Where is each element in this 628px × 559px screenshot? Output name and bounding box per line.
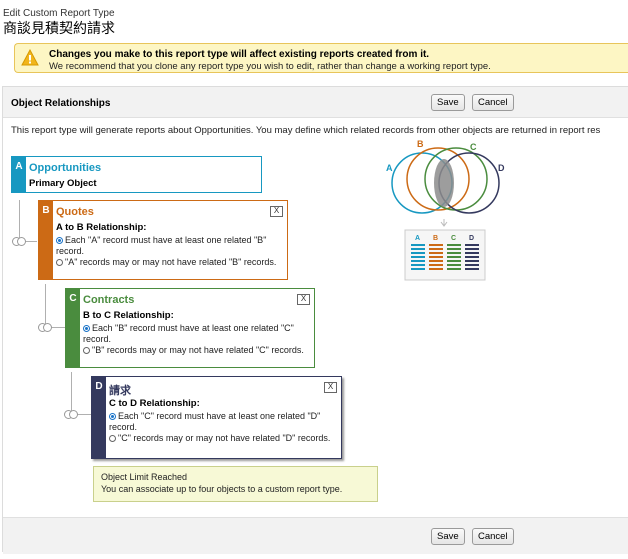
- option-label: Each "A" record must have at least one r…: [56, 235, 267, 256]
- object-c-box: C Contracts X B to C Relationship: Each …: [65, 288, 315, 368]
- object-a-letter: A: [12, 157, 26, 192]
- relationship-label-d: C to D Relationship:: [109, 398, 200, 409]
- panel-description: This report type will generate reports a…: [11, 125, 601, 136]
- object-a-box: A Opportunities Primary Object: [11, 156, 262, 193]
- option-label: Each "C" record must have at least one r…: [109, 411, 321, 432]
- save-button-top[interactable]: Save: [431, 94, 465, 111]
- connector-c-d: [71, 372, 72, 414]
- relationship-option-required-b[interactable]: Each "A" record must have at least one r…: [56, 235, 291, 257]
- venn-label-c: C: [470, 142, 477, 152]
- object-limit-notice: Object Limit Reached You can associate u…: [93, 466, 378, 502]
- object-d-name: 請求: [109, 385, 131, 397]
- radio-icon[interactable]: [56, 259, 63, 266]
- cancel-button-top[interactable]: Cancel: [472, 94, 514, 111]
- relationship-option-optional-d[interactable]: "C" records may or may not have related …: [109, 433, 344, 444]
- option-label: "B" records may or may not have related …: [92, 345, 304, 355]
- venn-intersection: [434, 159, 454, 207]
- report-col-b: B: [433, 235, 438, 242]
- warning-banner: Changes you make to this report type wil…: [14, 43, 628, 73]
- relationship-label-b: A to B Relationship:: [56, 222, 147, 233]
- object-b-name: Quotes: [56, 206, 94, 218]
- report-col-c: C: [451, 235, 456, 242]
- option-label: Each "B" record must have at least one r…: [83, 323, 294, 344]
- venn-diagram-illustration: A B C D A B C D: [386, 139, 505, 281]
- remove-object-c-button[interactable]: X: [297, 294, 310, 305]
- object-d-box: D 請求 X C to D Relationship: Each "C" rec…: [91, 376, 342, 459]
- relationship-option-required-c[interactable]: Each "B" record must have at least one r…: [83, 323, 318, 345]
- venn-label-b: B: [417, 139, 424, 149]
- object-c-letter: C: [66, 289, 80, 367]
- save-button-bottom[interactable]: Save: [431, 528, 465, 545]
- relationship-knob-b-2: [17, 237, 26, 246]
- relationship-label-c: B to C Relationship:: [83, 310, 174, 321]
- warning-headline: Changes you make to this report type wil…: [49, 49, 430, 60]
- relationship-knob-c-2: [43, 323, 52, 332]
- connector-b-c: [45, 284, 46, 327]
- report-col-d: D: [469, 235, 474, 242]
- relationship-knob-d-2: [69, 410, 78, 419]
- report-col-a: A: [415, 235, 420, 242]
- object-c-name: Contracts: [83, 294, 135, 306]
- warning-icon: [21, 49, 39, 66]
- radio-icon[interactable]: [56, 237, 63, 244]
- object-b-box: B Quotes X A to B Relationship: Each "A"…: [38, 200, 288, 280]
- down-arrow-icon: [440, 219, 448, 227]
- relationship-option-optional-c[interactable]: "B" records may or may not have related …: [83, 345, 318, 356]
- radio-icon[interactable]: [109, 413, 116, 420]
- relationship-option-optional-b[interactable]: "A" records may or may not have related …: [56, 257, 291, 268]
- connector-a-b: [19, 200, 20, 242]
- warning-detail: We recommend that you clone any report t…: [49, 61, 491, 72]
- radio-icon[interactable]: [83, 325, 90, 332]
- object-d-letter: D: [92, 377, 106, 458]
- cancel-button-bottom[interactable]: Cancel: [472, 528, 514, 545]
- radio-icon[interactable]: [83, 347, 90, 354]
- page-title: 商談見積契約請求: [3, 20, 115, 36]
- object-a-subtitle: Primary Object: [29, 178, 97, 189]
- venn-label-d: D: [498, 163, 505, 173]
- object-b-letter: B: [39, 201, 53, 279]
- radio-icon[interactable]: [109, 435, 116, 442]
- relationship-option-required-d[interactable]: Each "C" record must have at least one r…: [109, 411, 344, 433]
- option-label: "A" records may or may not have related …: [65, 257, 277, 267]
- panel-title: Object Relationships: [11, 98, 111, 109]
- remove-object-b-button[interactable]: X: [270, 206, 283, 217]
- object-limit-title: Object Limit Reached: [101, 472, 188, 482]
- object-a-name: Opportunities: [29, 162, 102, 174]
- option-label: "C" records may or may not have related …: [118, 433, 331, 443]
- remove-object-d-button[interactable]: X: [324, 382, 337, 393]
- panel-header: Object Relationships Save Cancel: [3, 87, 628, 118]
- object-limit-detail: You can associate up to four objects to …: [101, 484, 343, 494]
- venn-label-a: A: [386, 163, 393, 173]
- panel-footer: Save Cancel: [3, 517, 628, 554]
- object-relationships-panel: Object Relationships Save Cancel This re…: [2, 86, 628, 554]
